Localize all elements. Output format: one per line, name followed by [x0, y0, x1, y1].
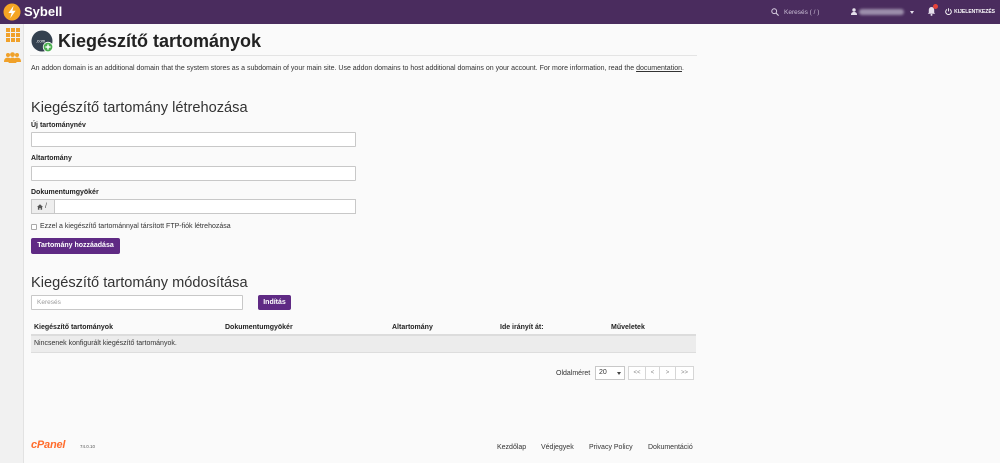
create-section-heading: Kiegészítő tartomány létrehozása	[31, 100, 248, 116]
header-divider	[30, 55, 697, 56]
addon-domains-table: Kiegészítő tartományok Dokumentumgyökér …	[31, 320, 696, 353]
footer-link-documentation[interactable]: Dokumentáció	[648, 443, 693, 452]
grid-icon[interactable]	[6, 28, 20, 42]
last-page-button[interactable]: >>	[675, 366, 694, 380]
page-title: Kiegészítő tartományok	[58, 31, 262, 51]
footer-link-privacy-policy[interactable]: Privacy Policy	[589, 443, 633, 452]
users-icon[interactable]	[4, 52, 21, 63]
first-page-button[interactable]: <<	[628, 366, 646, 380]
chevron-down-icon[interactable]	[910, 11, 914, 14]
previous-page-button[interactable]: <	[645, 366, 660, 380]
subdomain-input[interactable]	[31, 166, 356, 181]
empty-table-message: Nincsenek konfigurált kiegészítő tartomá…	[34, 340, 177, 347]
page-description: An addon domain is an additional domain …	[31, 65, 696, 74]
add-domain-button[interactable]: Tartomány hozzáadása	[31, 238, 120, 254]
username-blurred[interactable]	[859, 9, 904, 15]
ftp-account-checkbox[interactable]	[31, 224, 37, 230]
pagination: << < > >>	[628, 366, 694, 380]
search-go-button[interactable]: Indítás	[258, 295, 291, 310]
logout-icon[interactable]	[945, 8, 952, 15]
home-icon	[37, 203, 43, 210]
table-row: Nincsenek konfigurált kiegészítő tartomá…	[31, 336, 696, 353]
subdomain-label: Altartomány	[31, 155, 72, 162]
next-page-button[interactable]: >	[659, 366, 676, 380]
new-domain-input[interactable]	[31, 132, 356, 147]
footer-link-home[interactable]: Kezdőlap	[497, 443, 526, 452]
document-root-label: Dokumentumgyökér	[31, 189, 99, 196]
cpanel-logo[interactable]: cPanel	[31, 439, 65, 451]
modify-section-heading: Kiegészítő tartomány módosítása	[31, 275, 248, 291]
table-header-row: Kiegészítő tartományok Dokumentumgyökér …	[31, 320, 696, 336]
chevron-down-icon	[617, 372, 621, 375]
top-navigation-bar: Sybell KIJELENTKEZÉS	[0, 0, 1000, 24]
addon-domain-icon-text: .com	[36, 38, 46, 43]
documentation-link[interactable]: documentation	[636, 65, 682, 72]
brand-name[interactable]: Sybell	[24, 4, 62, 20]
footer-link-trademarks[interactable]: Védjegyek	[541, 443, 574, 452]
document-root-input[interactable]	[54, 199, 356, 214]
column-header-redirects-to[interactable]: Ide irányít át:	[497, 320, 608, 334]
addon-search-input[interactable]	[31, 295, 243, 310]
global-search-input[interactable]	[782, 6, 844, 18]
description-text: An addon domain is an additional domain …	[31, 65, 637, 72]
brand-logo-icon[interactable]	[3, 3, 21, 21]
ftp-account-checkbox-label[interactable]: Ezzel a kiegészítő tartománnyal társítot…	[40, 222, 231, 231]
document-root-prefix-text: /	[45, 203, 47, 210]
document-root-input-group: /	[31, 199, 356, 214]
column-header-addon-domains[interactable]: Kiegészítő tartományok	[31, 320, 222, 334]
sidebar	[0, 24, 24, 463]
addon-domain-icon: .com	[31, 30, 53, 52]
user-icon[interactable]	[851, 8, 857, 15]
page-size-select[interactable]: 20	[595, 366, 625, 380]
page-size-value: 20	[599, 369, 607, 376]
document-root-prefix: /	[31, 199, 54, 214]
new-domain-label: Új tartománynév	[31, 122, 86, 129]
page-size-label: Oldalméret	[556, 370, 591, 377]
logout-link[interactable]: KIJELENTKEZÉS	[954, 7, 995, 17]
column-header-subdomain[interactable]: Altartomány	[389, 320, 497, 334]
description-end: .	[681, 65, 684, 72]
search-icon[interactable]	[771, 8, 779, 16]
cpanel-version: 74.0.10	[80, 444, 96, 449]
column-header-document-root[interactable]: Dokumentumgyökér	[222, 320, 389, 334]
notification-badge	[933, 4, 938, 9]
column-header-actions: Műveletek	[611, 324, 645, 331]
